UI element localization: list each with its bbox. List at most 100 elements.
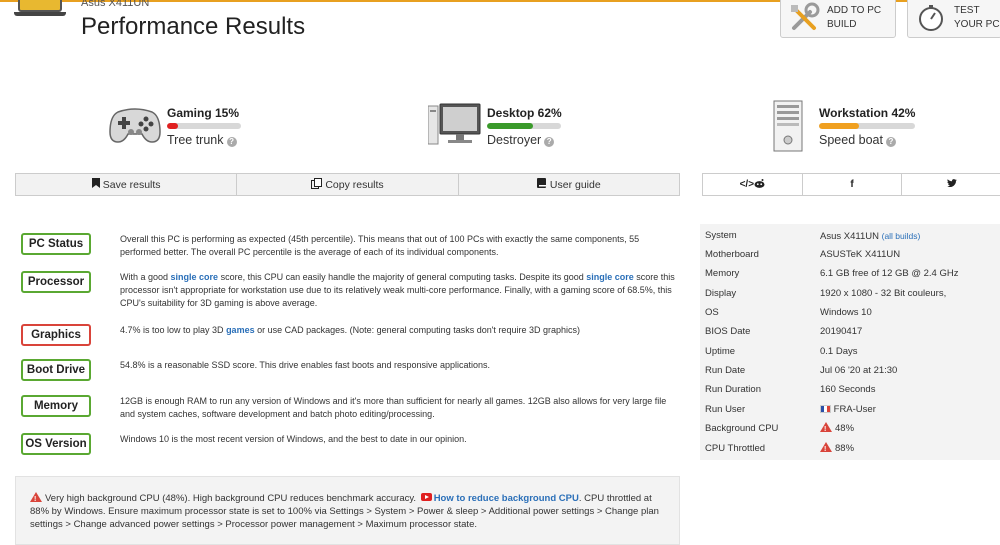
system-key: Background CPU bbox=[705, 423, 779, 434]
status-badge[interactable]: Graphics bbox=[21, 324, 91, 346]
system-key: Display bbox=[705, 288, 737, 299]
warning-text: Very high background CPU (48%). High bac… bbox=[45, 493, 417, 504]
status-description: Windows 10 is the most recent version of… bbox=[120, 433, 680, 446]
score-bar bbox=[819, 123, 915, 129]
status-description: 54.8% is a reasonable SSD score. This dr… bbox=[120, 359, 680, 372]
status-badge[interactable]: Memory bbox=[21, 395, 91, 417]
system-value: FRA-User bbox=[833, 404, 876, 415]
description-text: 4.7% is too low to play 3D bbox=[120, 325, 227, 335]
copy-icon bbox=[311, 177, 323, 192]
user-guide-label: User guide bbox=[549, 178, 601, 191]
system-value: 160 Seconds bbox=[820, 384, 876, 395]
background-cpu-warning: Very high background CPU (48%). High bac… bbox=[15, 476, 680, 545]
reduce-background-cpu-link[interactable]: How to reduce background CPU bbox=[434, 493, 579, 504]
all-builds-link[interactable]: (all builds) bbox=[882, 231, 921, 241]
description-text: 12GB is enough RAM to run any version of… bbox=[120, 396, 667, 419]
tools-icon bbox=[787, 1, 821, 35]
status-badge[interactable]: Processor bbox=[21, 271, 91, 293]
description-text: Overall this PC is performing as expecte… bbox=[120, 234, 640, 257]
description-text: score, this CPU can easily handle the ma… bbox=[218, 272, 587, 282]
save-results-label: Save results bbox=[102, 178, 161, 191]
system-value: 48% bbox=[835, 423, 855, 434]
status-description: With a good single core score, this CPU … bbox=[120, 271, 680, 310]
facebook-icon: f bbox=[850, 179, 854, 190]
score-bar-fill bbox=[819, 123, 860, 129]
add-to-pc-build-label: ADD TO PC BUILD bbox=[827, 5, 882, 30]
system-key: CPU Throttled bbox=[705, 443, 766, 454]
system-value: Windows 10 bbox=[820, 307, 872, 318]
system-key: OS bbox=[705, 307, 719, 318]
gamepad-icon bbox=[108, 104, 162, 151]
page-title: Performance Results bbox=[81, 13, 306, 40]
score-verdict: Destroyer bbox=[487, 133, 542, 147]
stopwatch-icon bbox=[914, 1, 948, 35]
youtube-icon bbox=[420, 493, 432, 501]
system-info-panel: System Asus X411UN (all builds) Motherbo… bbox=[700, 224, 1000, 460]
twitter-share-button[interactable] bbox=[902, 174, 1000, 195]
score-name: Desktop 62% bbox=[487, 106, 562, 120]
description-text: With a good bbox=[120, 272, 171, 282]
inline-link[interactable]: games bbox=[226, 325, 255, 335]
system-key: Run Date bbox=[705, 365, 746, 376]
system-key: Uptime bbox=[705, 346, 736, 357]
help-icon[interactable]: ? bbox=[885, 137, 896, 147]
system-key: Run User bbox=[705, 404, 746, 415]
score-bar-fill bbox=[487, 123, 533, 129]
results-action-bar: Save results Copy results User guide bbox=[15, 173, 680, 196]
server-tower-icon bbox=[772, 100, 804, 157]
system-value: Jul 06 '20 at 21:30 bbox=[820, 365, 898, 376]
status-description: Overall this PC is performing as expecte… bbox=[120, 233, 680, 259]
system-value: ASUSTeK X411UN bbox=[820, 249, 901, 260]
system-value: 88% bbox=[835, 443, 855, 454]
inline-link[interactable]: single core bbox=[586, 272, 634, 282]
system-key: Run Duration bbox=[705, 384, 761, 395]
description-text: 54.8% is a reasonable SSD score. This dr… bbox=[120, 360, 491, 370]
copy-results-button[interactable]: Copy results bbox=[237, 174, 459, 195]
embed-code-icon: </> bbox=[739, 179, 755, 190]
laptop-base-icon bbox=[14, 12, 66, 16]
status-description: 12GB is enough RAM to run any version of… bbox=[120, 395, 680, 421]
status-description: 4.7% is too low to play 3D games or use … bbox=[120, 324, 680, 337]
score-verdict: Tree trunk bbox=[167, 133, 224, 147]
test-your-pc-button[interactable]: TEST YOUR PC bbox=[907, 0, 1000, 38]
reddit-icon bbox=[754, 178, 765, 191]
system-value: 6.1 GB free of 12 GB @ 2.4 GHz bbox=[820, 268, 959, 279]
help-icon[interactable]: ? bbox=[226, 137, 237, 147]
score-verdict: Speed boat bbox=[819, 133, 883, 147]
system-key: System bbox=[705, 230, 737, 241]
score-name: Gaming 15% bbox=[167, 106, 240, 120]
system-value: Asus X411UN bbox=[820, 231, 879, 242]
description-text: or use CAD packages. (Note: general comp… bbox=[254, 325, 580, 335]
user-guide-button[interactable]: User guide bbox=[459, 174, 679, 195]
warning-icon bbox=[820, 422, 832, 437]
score-name: Workstation 42% bbox=[819, 106, 916, 120]
share-bar: </> f bbox=[702, 173, 1000, 196]
status-badge[interactable]: OS Version bbox=[21, 433, 91, 455]
system-value: 20190417 bbox=[820, 326, 863, 337]
french-flag-icon bbox=[820, 405, 831, 413]
inline-link[interactable]: single core bbox=[171, 272, 219, 282]
system-key: BIOS Date bbox=[705, 326, 751, 337]
score-bar bbox=[487, 123, 561, 129]
laptop-icon bbox=[18, 0, 62, 12]
system-value: 0.1 Days bbox=[820, 346, 858, 357]
status-badge[interactable]: PC Status bbox=[21, 233, 91, 255]
save-results-button[interactable]: Save results bbox=[16, 174, 238, 195]
facebook-share-button[interactable]: f bbox=[803, 174, 903, 195]
copy-results-label: Copy results bbox=[325, 178, 384, 191]
book-icon bbox=[536, 178, 547, 191]
description-text: Windows 10 is the most recent version of… bbox=[120, 434, 467, 444]
score-bar-fill bbox=[167, 123, 179, 129]
test-your-pc-label: TEST YOUR PC bbox=[954, 5, 1000, 30]
embed-reddit-button[interactable]: </> bbox=[703, 174, 803, 195]
score-bar bbox=[167, 123, 241, 129]
warning-icon bbox=[820, 442, 832, 457]
system-key: Memory bbox=[705, 268, 740, 279]
status-badge[interactable]: Boot Drive bbox=[21, 359, 91, 381]
system-key: Motherboard bbox=[705, 249, 759, 260]
bookmark-icon bbox=[91, 178, 100, 191]
device-name: Asus X411UN bbox=[81, 0, 150, 9]
help-icon[interactable]: ? bbox=[544, 137, 555, 147]
warning-icon bbox=[30, 492, 42, 506]
add-to-pc-build-button[interactable]: ADD TO PC BUILD bbox=[780, 0, 896, 38]
